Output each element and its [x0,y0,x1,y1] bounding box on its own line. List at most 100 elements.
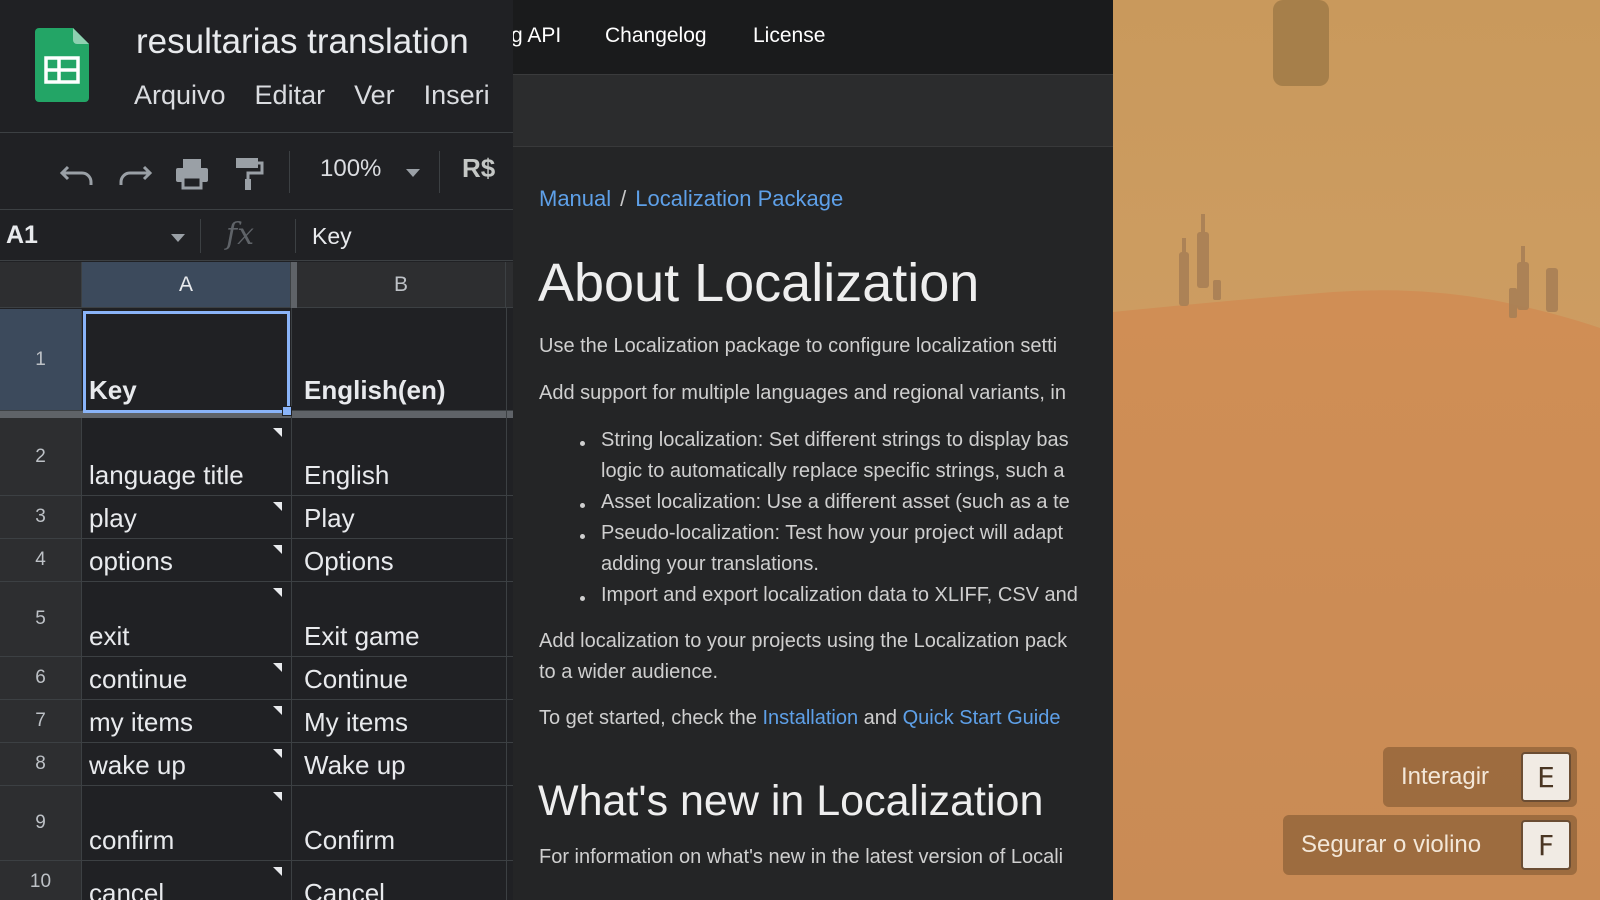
formula-divider [200,219,201,253]
table-row: 9 confirm Confirm [0,786,513,861]
zoom-select[interactable]: 100% [320,155,381,183]
document-title[interactable]: resultarias translation [136,22,469,62]
list-item: Import and export localization data to X… [601,584,1078,606]
row-number[interactable]: 7 [0,700,82,742]
docs-top-nav: g API Changelog License [513,0,1113,75]
row-number[interactable]: 2 [0,418,82,495]
formula-bar: A1 fx Key [0,211,513,261]
sheets-logo-icon[interactable] [35,28,89,102]
cell-b9[interactable]: Confirm [304,825,395,856]
quick-start-guide-link[interactable]: Quick Start Guide [903,707,1061,729]
cell-note-icon[interactable] [273,588,282,597]
cell-note-icon[interactable] [273,706,282,715]
table-row: 4 options Options [0,539,513,582]
nav-link-license[interactable]: License [753,24,825,48]
formula-input[interactable]: Key [312,223,352,250]
cell-note-icon[interactable] [273,502,282,511]
undo-icon[interactable] [58,153,98,193]
interact-prompt[interactable]: Interagir E [1383,747,1577,807]
bullet-icon [580,441,585,446]
name-box[interactable]: A1 [6,221,38,250]
row-number[interactable]: 8 [0,743,82,785]
toolbar-divider [439,151,440,193]
cell-a10[interactable]: cancel [89,878,164,900]
row-number[interactable]: 6 [0,657,82,699]
breadcrumb: Manual / Localization Package [539,186,843,212]
currency-format-button[interactable]: R$ [462,153,495,184]
name-box-chevron-down-icon[interactable] [171,234,185,242]
print-icon[interactable] [172,153,212,193]
cell-note-icon[interactable] [273,867,282,876]
column-divider [506,308,507,900]
get-started-and: and [863,707,898,729]
key-e-icon: E [1521,752,1571,802]
cell-a5[interactable]: exit [89,621,129,652]
add-localization-paragraph-cont: to a wider audience. [539,661,719,683]
cell-a9[interactable]: confirm [89,825,174,856]
hold-violin-prompt-label: Segurar o violino [1301,831,1482,858]
docs-subheader [513,75,1113,147]
column-header-b[interactable]: B [297,262,506,308]
table-row: 2 language title English [0,418,513,496]
table-row: 6 continue Continue [0,657,513,700]
cell-a3[interactable]: play [89,503,137,534]
get-started-paragraph: To get started, check the Installation a… [539,703,1060,734]
cell-note-icon[interactable] [273,663,282,672]
row-number[interactable]: 10 [0,861,82,900]
zoom-chevron-down-icon[interactable] [406,169,420,177]
cell-b3[interactable]: Play [304,503,355,534]
paint-format-icon[interactable] [228,153,268,193]
cell-b8[interactable]: Wake up [304,750,406,781]
redo-icon[interactable] [114,153,154,193]
installation-link[interactable]: Installation [762,707,858,729]
cell-a2[interactable]: language title [89,460,244,491]
desktop-screen: resultarias translation Arquivo Editar V… [0,0,1600,900]
cell-b4[interactable]: Options [304,546,394,577]
select-all-corner[interactable] [0,262,82,308]
column-header-c[interactable] [506,262,513,308]
breadcrumb-localization-package[interactable]: Localization Package [635,186,843,211]
cell-a8[interactable]: wake up [89,750,186,781]
cell-note-icon[interactable] [273,545,282,554]
row-number[interactable]: 3 [0,496,82,538]
row-number[interactable]: 4 [0,539,82,581]
cell-b1[interactable]: English(en) [304,375,446,406]
fill-handle[interactable] [282,406,292,416]
menu-inserir[interactable]: Inseri [424,80,490,111]
row-number[interactable]: 1 [0,309,82,410]
table-row: 8 wake up Wake up [0,743,513,786]
whats-new-paragraph: For information on what's new in the lat… [539,846,1064,868]
menu-arquivo[interactable]: Arquivo [134,80,226,111]
menu-ver[interactable]: Ver [354,80,395,111]
spreadsheet-window: resultarias translation Arquivo Editar V… [0,0,513,900]
nav-link-scripting-api[interactable]: g API [513,24,561,48]
column-divider [291,308,292,900]
row-number[interactable]: 9 [0,786,82,860]
menu-editar[interactable]: Editar [255,80,326,111]
cell-b10[interactable]: Cancel [304,878,385,900]
breadcrumb-manual[interactable]: Manual [539,186,611,211]
cell-note-icon[interactable] [273,428,282,437]
row-number[interactable]: 5 [0,582,82,656]
nav-link-changelog[interactable]: Changelog [605,24,707,48]
column-header-a[interactable]: A [82,262,291,308]
whats-new-heading: What's new in Localization [538,777,1044,825]
cell-a7[interactable]: my items [89,707,193,738]
support-paragraph: Add support for multiple languages and r… [539,382,1066,404]
cell-a6[interactable]: continue [89,664,187,695]
intro-paragraph: Use the Localization package to configur… [539,335,1058,357]
formula-divider [295,219,296,253]
table-row: 3 play Play [0,496,513,539]
cell-b5[interactable]: Exit game [304,621,420,652]
cell-b6[interactable]: Continue [304,664,408,695]
cell-a4[interactable]: options [89,546,173,577]
list-item: Pseudo-localization: Test how your proje… [601,522,1064,544]
cell-b2[interactable]: English [304,460,389,491]
cell-b7[interactable]: My items [304,707,408,738]
list-item-continuation: logic to automatically replace specific … [601,460,1065,482]
spreadsheet-grid: A B 1 Key English(en) 2 language title E… [0,262,513,900]
list-item: String localization: Set different strin… [601,429,1069,451]
cell-note-icon[interactable] [273,749,282,758]
hold-violin-prompt[interactable]: Segurar o violino F [1283,815,1577,875]
cell-note-icon[interactable] [273,792,282,801]
